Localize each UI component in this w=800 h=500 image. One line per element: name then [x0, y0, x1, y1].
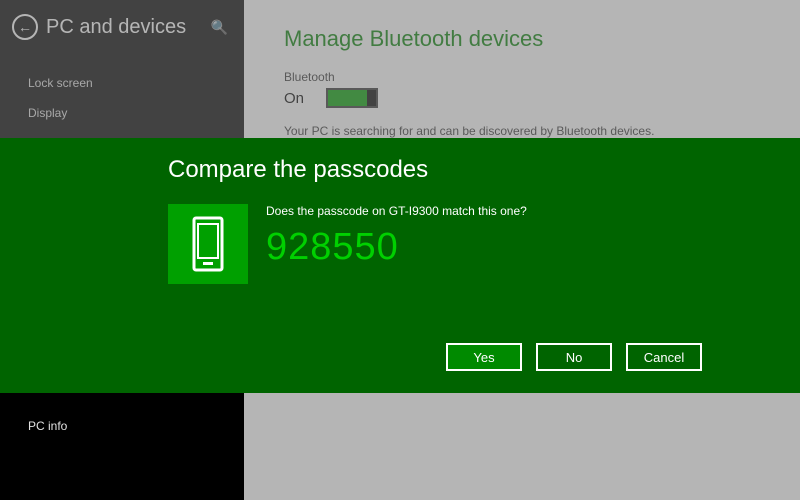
dialog-actions: Yes No Cancel [446, 343, 702, 371]
device-phone-icon [168, 204, 248, 284]
cancel-button[interactable]: Cancel [626, 343, 702, 371]
dialog-question: Does the passcode on GT-I9300 match this… [266, 204, 527, 218]
no-button[interactable]: No [536, 343, 612, 371]
sidebar-bottom: PC info [0, 393, 244, 500]
yes-button[interactable]: Yes [446, 343, 522, 371]
passcode-dialog: Compare the passcodes Does the passcode … [0, 138, 800, 393]
sidebar-item-pc-info[interactable]: PC info [0, 409, 244, 443]
dialog-title: Compare the passcodes [168, 156, 800, 184]
passcode-display: 928550 [266, 226, 527, 269]
